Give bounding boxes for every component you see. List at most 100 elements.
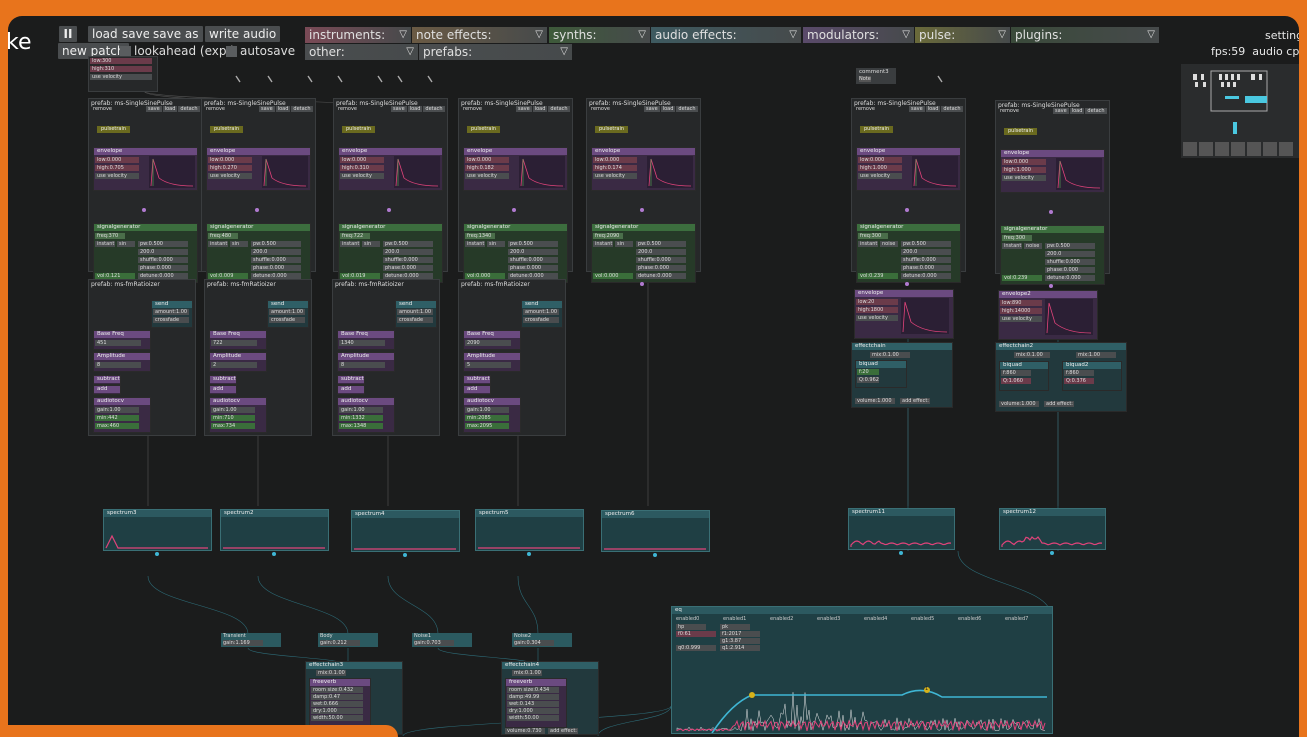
prefab-fmratioizer[interactable]: prefab: ms-fmRatioizer send amount:1.00 cro… [332, 279, 440, 436]
q1-field[interactable]: q1:2.914 [720, 645, 760, 651]
shuffle-field[interactable]: shuffle:0.000 [251, 257, 301, 263]
mix-field[interactable]: mix:0.1.00 [316, 670, 346, 676]
env-low-field[interactable]: low:0.000 [858, 157, 902, 163]
dry-field[interactable]: dry:1.000 [507, 708, 559, 714]
amplitude-value[interactable]: 5 [465, 362, 511, 368]
mix2-field[interactable]: mix:1.00 [1076, 352, 1116, 358]
envelope-module[interactable]: envelope low:0.000 high:1.000 use velocity [1000, 149, 1105, 193]
basefreq-value[interactable]: 1340 [339, 340, 385, 346]
detune-field[interactable]: detune:0.000 [636, 273, 686, 279]
menu-other[interactable]: other: ▽ [305, 44, 418, 60]
save-button[interactable]: save [259, 106, 275, 112]
prefab-singlesinepulse[interactable]: prefab: ms-SingleSinePulse remove save load… [88, 98, 203, 283]
f0-field[interactable]: f0:61 [676, 631, 716, 637]
gain-field[interactable]: gain:0.703 [414, 640, 454, 646]
use-velocity-toggle[interactable]: use velocity [465, 173, 509, 179]
basefreq-value[interactable]: 2090 [465, 340, 511, 346]
q-field[interactable]: Q:0.962 [857, 377, 879, 383]
basefreq-module[interactable]: Base Freq 2090 [463, 330, 521, 350]
output-port[interactable] [271, 552, 276, 556]
freq-field[interactable]: freq:370 [95, 233, 125, 239]
width-field[interactable]: width:50.00 [311, 715, 363, 721]
shuffle-field[interactable]: shuffle:0.000 [636, 257, 686, 263]
freq-field[interactable]: freq:722 [340, 233, 370, 239]
output-port[interactable] [1049, 284, 1053, 288]
min-field[interactable]: min:442 [95, 415, 139, 421]
subtract-module[interactable]: subtract [209, 375, 237, 385]
mix-field[interactable]: mix:0.1.00 [1014, 352, 1050, 358]
spectrum-module[interactable]: spectrum5 [475, 509, 584, 551]
shuffle-field[interactable]: shuffle:0.000 [1045, 259, 1095, 265]
output-port[interactable] [640, 282, 644, 286]
pause-button[interactable]: II [59, 26, 77, 42]
envelope-curve[interactable] [1045, 299, 1093, 335]
enabled-toggle-0[interactable]: enabled0 [676, 616, 699, 622]
add-module[interactable]: add [93, 385, 121, 395]
pw-field[interactable]: pw:0.500 [383, 241, 433, 247]
enabled-toggle-2[interactable]: enabled2 [770, 616, 793, 622]
freq-field[interactable]: freq:2090 [593, 233, 623, 239]
save-button[interactable]: save [391, 106, 407, 112]
spectrum-module[interactable]: spectrum4 [351, 510, 460, 552]
prefab-singlesinepulse[interactable]: prefab: ms-SingleSinePulse remove save load… [201, 98, 316, 283]
detach-button[interactable]: detach [548, 106, 570, 112]
detach-button[interactable]: detach [178, 106, 200, 112]
subtract-module[interactable]: subtract [93, 375, 121, 385]
max-field[interactable]: max:460 [95, 423, 139, 429]
load-button[interactable]: load [407, 106, 423, 112]
crossfade-toggle[interactable]: crossfade [153, 317, 189, 323]
envelope-curve[interactable] [1056, 158, 1102, 190]
signalgenerator-module[interactable]: signalgenerator freq:722 instant sin pw:0.50… [338, 223, 443, 283]
load-button[interactable]: load [88, 26, 122, 42]
signalgenerator-module[interactable]: signalgenerator freq:2090 instant sin pw:0.5… [591, 223, 696, 283]
signalgenerator-module[interactable]: signalgenerator freq:370 instant sin pw:0.50… [93, 223, 198, 283]
volume-field[interactable]: volume:0.730 [505, 728, 545, 734]
phase-field[interactable]: phase:0.000 [508, 265, 558, 271]
mix-field[interactable]: mix:0.1.00 [870, 352, 910, 358]
use-velocity-toggle[interactable]: use velocity [208, 173, 252, 179]
instant-select[interactable]: instant [1002, 243, 1022, 249]
shuffle-field[interactable]: shuffle:0.000 [138, 257, 188, 263]
envelope-curve[interactable] [647, 156, 693, 188]
damp-field[interactable]: damp:0.47 [311, 694, 363, 700]
save-button[interactable]: save [1053, 108, 1069, 114]
enabled-toggle-1[interactable]: enabled1 [723, 616, 746, 622]
amount-field[interactable]: amount:1.00 [397, 309, 433, 315]
amplitude-module[interactable]: Amplitude 8 [93, 352, 151, 372]
envelope-curve[interactable] [394, 156, 440, 188]
write-audio-button[interactable]: write audio [205, 26, 281, 42]
gain-field[interactable]: gain:1.00 [339, 407, 383, 413]
room-size-field[interactable]: room size:0.432 [311, 687, 363, 693]
gain-node[interactable]: Noise1 gain:0.703 [412, 633, 472, 647]
sync-field[interactable]: 200.0 [138, 249, 188, 255]
remove-button[interactable]: remove [854, 106, 877, 112]
spectrum-module[interactable]: spectrum2 [220, 509, 329, 551]
output-port[interactable] [255, 208, 259, 212]
sync-field[interactable]: 200.0 [901, 249, 951, 255]
load-button[interactable]: load [925, 106, 941, 112]
band1-type[interactable]: pk [720, 624, 750, 630]
save-as-button[interactable]: save as [149, 26, 203, 42]
pw-field[interactable]: pw:0.500 [138, 241, 188, 247]
envelope-module[interactable]: envelope low:0.000 high:1.000 use velocity [856, 147, 961, 191]
gain-node[interactable]: Noise2 gain:0.304 [512, 633, 572, 647]
freq-field[interactable]: f:860 [1064, 370, 1094, 376]
prefab-fmratioizer[interactable]: prefab: ms-fmRatioizer send amount:1.00 cro… [458, 279, 566, 436]
envelope-curve[interactable] [262, 156, 308, 188]
wave-select[interactable]: sin [117, 241, 135, 247]
sync-field[interactable]: 200.0 [636, 249, 686, 255]
enabled-toggle-4[interactable]: enabled4 [864, 616, 887, 622]
amount-field[interactable]: amount:1.00 [523, 309, 559, 315]
gain-field[interactable]: gain:1.00 [465, 407, 509, 413]
output-port[interactable] [142, 208, 146, 212]
menu-noteeffects[interactable]: note effects: ▽ [412, 27, 547, 43]
load-button[interactable]: load [532, 106, 548, 112]
prefab-singlesinepulse[interactable]: prefab: ms-SingleSinePulse remove save load… [458, 98, 573, 283]
output-port[interactable] [1049, 551, 1054, 555]
env-high-field[interactable]: high:1.000 [1002, 167, 1046, 173]
amplitude-module[interactable]: Amplitude 2 [209, 352, 267, 372]
remove-button[interactable]: remove [91, 106, 114, 112]
wave-select[interactable]: sin [362, 241, 380, 247]
env-low-field[interactable]: low:0.000 [95, 157, 139, 163]
biquad2-module[interactable]: biquad2 f:860 Q:0.376 [1062, 361, 1122, 391]
